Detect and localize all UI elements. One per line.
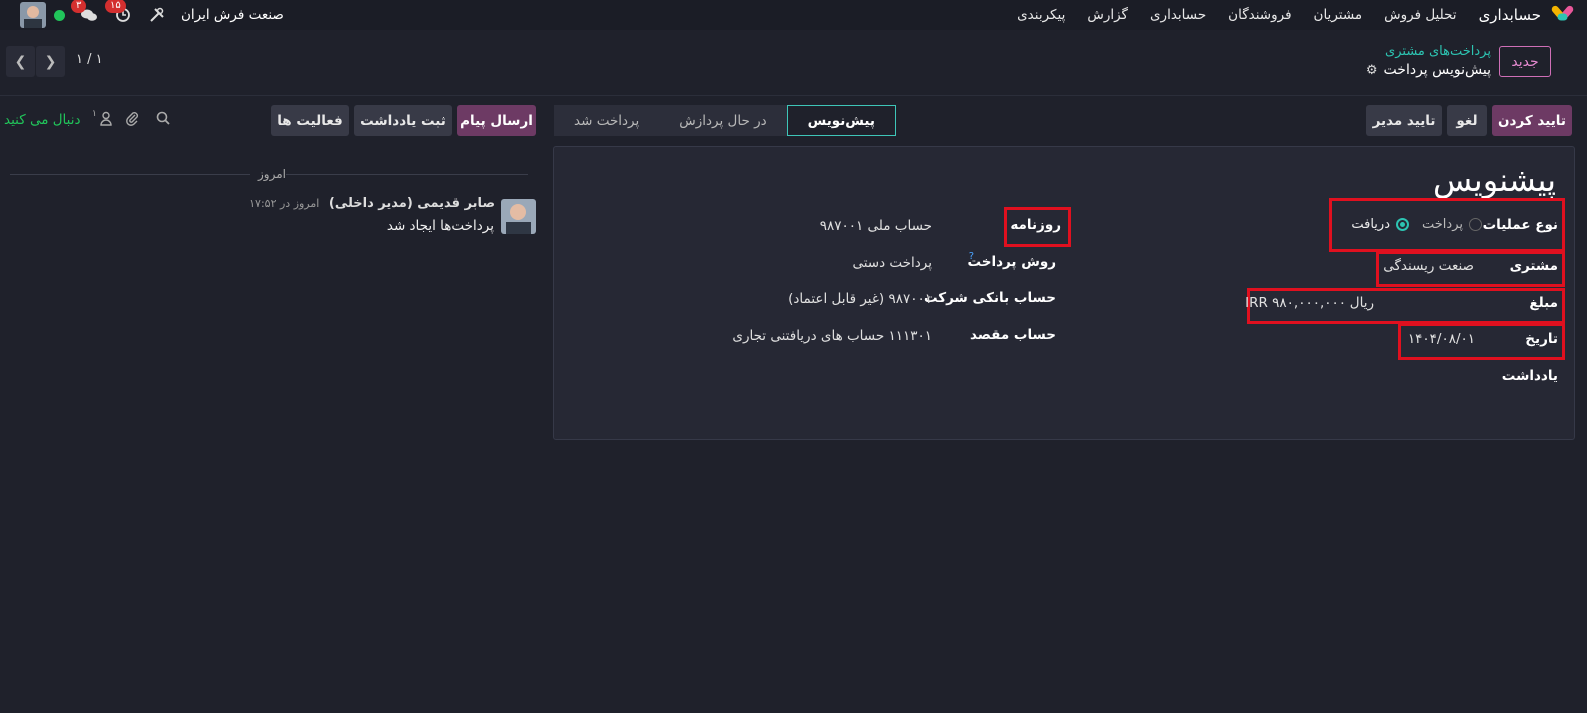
breadcrumb-current-label: پیش‌نویس پرداخت: [1383, 62, 1491, 78]
send-message-button[interactable]: ارسال پیام: [457, 105, 536, 136]
today-label: امروز: [258, 167, 286, 181]
today-divider-left: [10, 174, 250, 175]
activity-clock-icon[interactable]: ۱۵: [105, 0, 133, 25]
follow-button[interactable]: دنبال می کنید: [4, 112, 81, 128]
stage-paid[interactable]: پرداخت شد: [554, 105, 660, 136]
status-bar: پیش‌نویس در حال پردازش پرداخت شد: [554, 105, 896, 136]
operation-type-label: نوع عملیات: [1482, 217, 1558, 233]
paperclip-icon[interactable]: [125, 111, 139, 130]
breadcrumb-current: پیش‌نویس پرداخت ⚙: [1366, 62, 1491, 78]
confirm-button[interactable]: تایید کردن: [1492, 105, 1572, 136]
menu-accounting[interactable]: حسابداری: [1150, 7, 1206, 23]
activities-button[interactable]: فعالیت ها: [271, 105, 349, 136]
followers-count: ۱: [92, 109, 97, 119]
journal-label: روزنامه: [1010, 217, 1061, 233]
pager-value[interactable]: ۱ / ۱: [76, 52, 103, 67]
radio-receipt[interactable]: دریافت: [1351, 217, 1409, 232]
log-note-button[interactable]: ثبت یادداشت: [354, 105, 452, 136]
today-divider-right: [286, 174, 528, 175]
company-switcher[interactable]: صنعت فرش ایران: [181, 7, 284, 23]
app-logo-icon[interactable]: [1550, 4, 1575, 26]
form-sheet: پیشنویس نوع عملیات پرداخت دریافت مشتری ص…: [553, 146, 1575, 440]
new-button[interactable]: جدید: [1499, 46, 1551, 77]
chevron-left-icon: ❮: [14, 53, 27, 70]
destination-account-field[interactable]: ۱۱۱۳۰۱ حساب های دریافتنی تجاری: [732, 328, 932, 344]
help-icon[interactable]: ?: [969, 251, 974, 262]
menu-configuration[interactable]: پیکربندی: [1017, 7, 1065, 23]
payment-method-label: روش پرداخت: [967, 254, 1056, 270]
gear-icon[interactable]: ⚙: [1366, 63, 1378, 78]
cancel-button[interactable]: لغو: [1447, 105, 1487, 136]
radio-receipt-icon: [1396, 218, 1409, 231]
record-title: پیشنویس: [1433, 161, 1556, 199]
radio-payment-icon: [1469, 218, 1482, 231]
messages-icon[interactable]: ۳: [71, 0, 99, 25]
date-label: تاریخ: [1525, 331, 1558, 347]
pager-prev-button[interactable]: ❮: [6, 46, 35, 77]
payment-method-field[interactable]: پرداخت دستی: [852, 255, 932, 271]
stage-draft[interactable]: پیش‌نویس: [786, 105, 896, 136]
control-panel: جدید پرداخت‌های مشتری پیش‌نویس پرداخت ⚙ …: [0, 30, 1587, 96]
search-icon[interactable]: [156, 111, 170, 129]
message-author: صابر قدیمی (مدیر داخلی) امروز در ۱۷:۵۲: [249, 196, 495, 211]
activity-badge: ۱۵: [105, 0, 126, 13]
message-author-avatar[interactable]: [501, 199, 536, 234]
amount-field[interactable]: IRR ۹۸۰,۰۰۰,۰۰۰: [1245, 295, 1346, 311]
tools-icon[interactable]: [147, 5, 167, 25]
followers-icon[interactable]: [99, 111, 113, 130]
message-author-name[interactable]: صابر قدیمی (مدیر داخلی): [329, 196, 495, 211]
pager-next-button[interactable]: ❯: [36, 46, 65, 77]
app-name[interactable]: حسابداری: [1479, 6, 1541, 24]
company-bank-label: حساب بانکی شرکت: [923, 290, 1056, 306]
radio-payment[interactable]: پرداخت: [1422, 217, 1482, 232]
customer-label: مشتری: [1509, 258, 1558, 274]
stage-in-process[interactable]: در حال پردازش: [659, 105, 787, 136]
user-avatar[interactable]: [20, 2, 46, 28]
date-field[interactable]: ۱۴۰۴/۰۸/۰۱: [1408, 331, 1475, 347]
menu-reporting[interactable]: گزارش: [1087, 7, 1128, 23]
manager-approve-button[interactable]: تایید مدیر: [1366, 105, 1442, 136]
message-time: امروز در ۱۷:۵۲: [249, 197, 320, 210]
amount-label: مبلغ: [1529, 295, 1558, 311]
menu-vendors[interactable]: فروشندگان: [1228, 7, 1291, 23]
chevron-right-icon: ❯: [44, 53, 57, 70]
menu-sales-analysis[interactable]: تحلیل فروش: [1384, 7, 1456, 23]
top-navbar: حسابداری تحلیل فروش مشتریان فروشندگان حس…: [0, 0, 1587, 30]
memo-label: یادداشت: [1501, 368, 1558, 384]
online-status-icon: [54, 9, 65, 21]
amount-currency[interactable]: ریال: [1350, 295, 1374, 311]
destination-account-label: حساب مقصد: [970, 327, 1056, 343]
breadcrumb-parent[interactable]: پرداخت‌های مشتری: [1385, 44, 1491, 59]
customer-field[interactable]: صنعت ریسندگی: [1383, 258, 1474, 274]
main-menu: تحلیل فروش مشتریان فروشندگان حسابداری گز…: [1017, 7, 1456, 23]
company-bank-field[interactable]: ۹۸۷۰۰۱ (غیر قابل اعتماد): [788, 291, 932, 307]
menu-customers[interactable]: مشتریان: [1314, 7, 1363, 23]
journal-field[interactable]: حساب ملی ۹۸۷۰۰۱: [820, 218, 932, 234]
message-body: پرداخت‌ها ایجاد شد: [386, 218, 494, 234]
